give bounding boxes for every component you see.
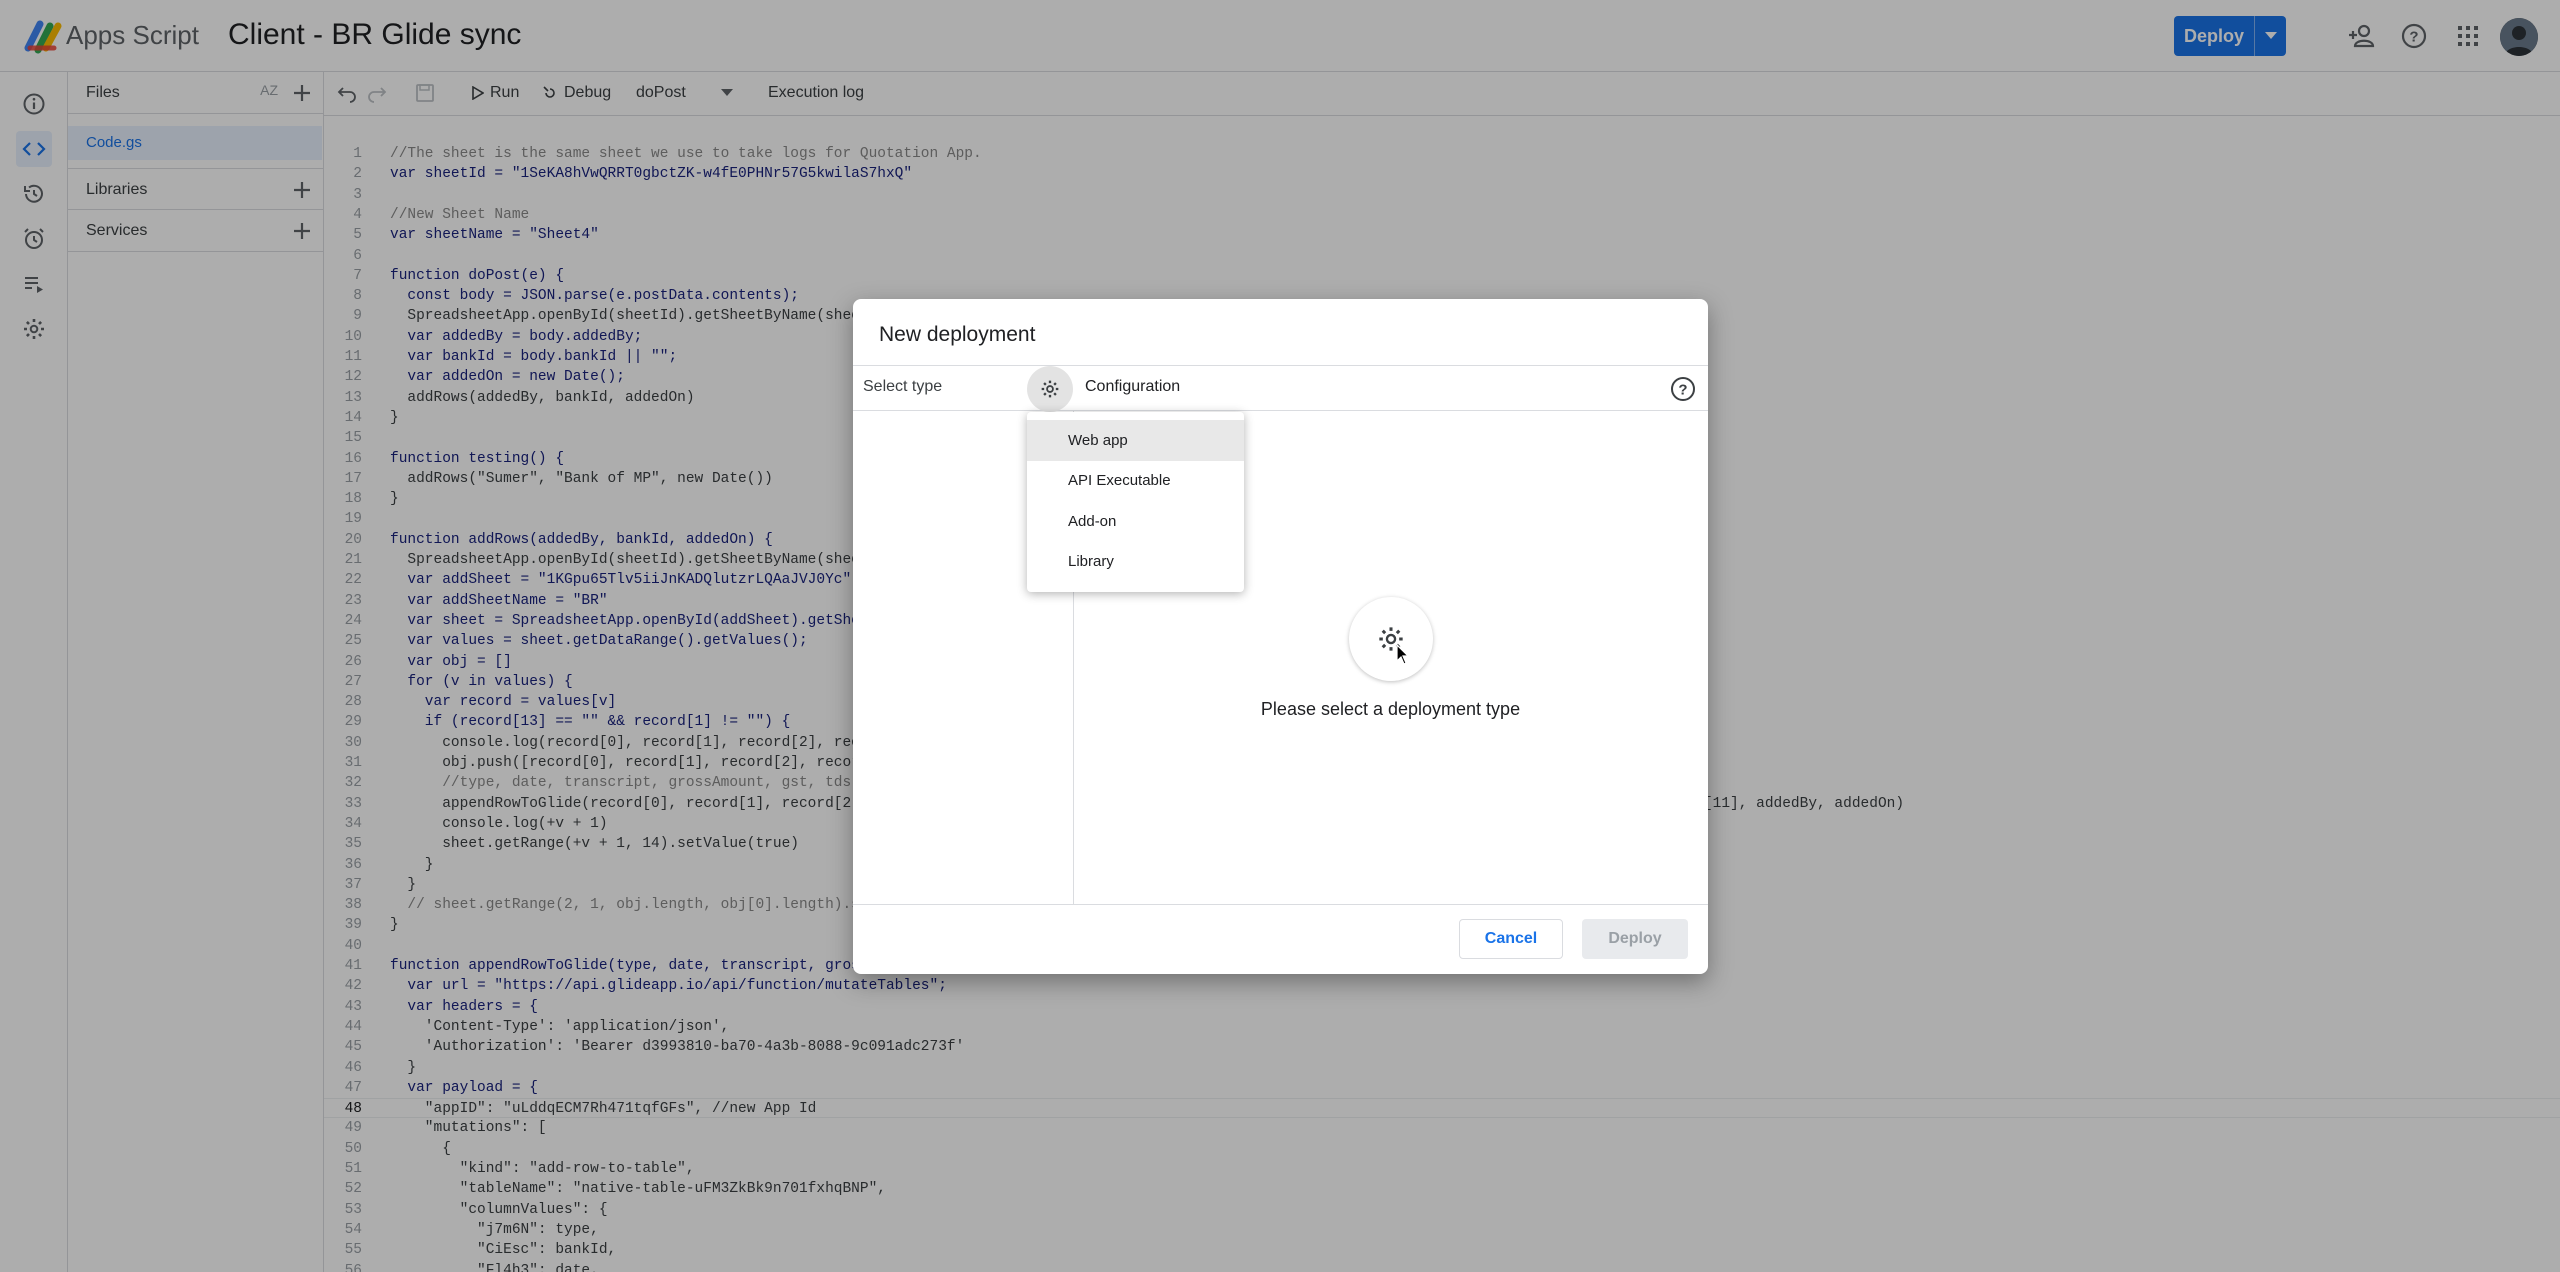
- select-type-label: Select type: [863, 378, 943, 395]
- menu-item-add-on[interactable]: Add-on: [1027, 501, 1244, 542]
- menu-item-library[interactable]: Library: [1027, 542, 1244, 583]
- deployment-type-placeholder: [1349, 597, 1433, 681]
- mouse-pointer-icon: [1396, 644, 1410, 665]
- select-type-gear-button[interactable]: [1027, 366, 1073, 412]
- configuration-label: Configuration: [1085, 378, 1181, 395]
- menu-item-api-executable[interactable]: API Executable: [1027, 461, 1244, 502]
- help-icon[interactable]: ?: [1670, 376, 1696, 402]
- dialog-header-row: Select type Configuration ?: [853, 365, 1708, 412]
- svg-text:?: ?: [1678, 382, 1687, 399]
- placeholder-message: Please select a deployment type: [1260, 699, 1521, 719]
- menu-item-web-app[interactable]: Web app: [1027, 420, 1244, 461]
- gear-icon: [1041, 380, 1059, 398]
- deployment-type-menu: Web app API Executable Add-on Library: [1027, 412, 1244, 592]
- dialog-title: New deployment: [879, 323, 1036, 346]
- dialog-deploy-button[interactable]: Deploy: [1582, 919, 1688, 959]
- new-deployment-dialog: New deployment Select type Configuration…: [853, 299, 1708, 974]
- dialog-footer: Cancel Deploy: [853, 904, 1708, 974]
- cancel-button[interactable]: Cancel: [1459, 919, 1563, 959]
